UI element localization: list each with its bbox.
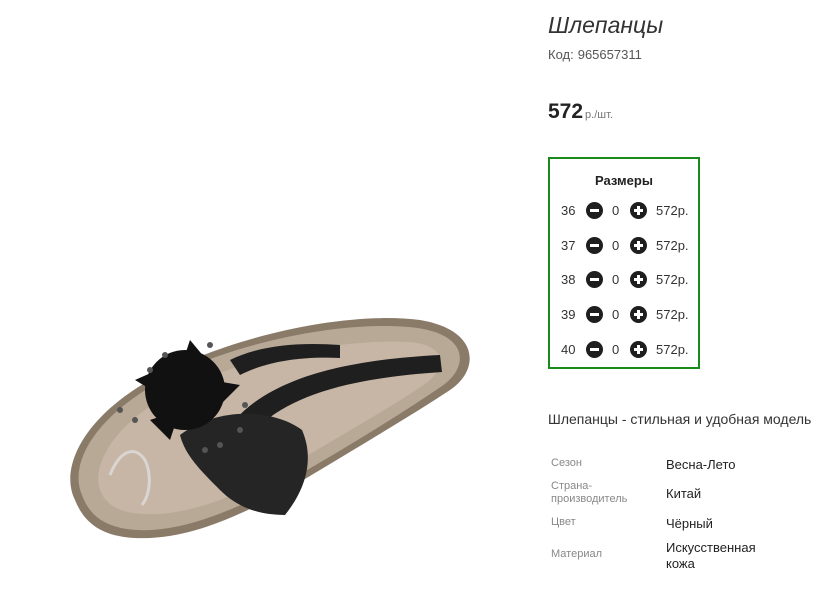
minus-circle-icon[interactable]: [586, 271, 603, 288]
size-value: 39: [561, 307, 576, 322]
product-title: Шлепанцы: [548, 12, 664, 38]
size-value: 38: [561, 272, 576, 287]
size-quantity: 0: [612, 342, 620, 357]
size-value: 40: [561, 342, 576, 357]
product-description: Шлепанцы - стильная и удобная модель: [548, 411, 812, 427]
attribute-value: Чёрный: [666, 516, 713, 531]
plus-circle-icon[interactable]: [630, 237, 647, 254]
product-image: [70, 318, 470, 539]
size-quantity: 0: [612, 238, 620, 253]
size-price: 572р.: [656, 342, 689, 357]
size-row: 37 0 572р.: [550, 236, 698, 256]
attribute-value: Искусственная кожа: [666, 540, 756, 571]
sizes-title: Размеры: [595, 173, 653, 188]
size-row: 36 0 572р.: [550, 201, 698, 221]
size-row: 39 0 572р.: [550, 305, 698, 325]
size-value: 37: [561, 238, 576, 253]
size-quantity: 0: [612, 203, 620, 218]
size-row: 38 0 572р.: [550, 270, 698, 290]
sizes-panel: Размеры 36 0 572р. 37 0 572р. 38 0 572р.…: [548, 157, 700, 369]
size-price: 572р.: [656, 272, 689, 287]
minus-circle-icon[interactable]: [586, 202, 603, 219]
minus-circle-icon[interactable]: [586, 306, 603, 323]
plus-circle-icon[interactable]: [630, 341, 647, 358]
product-code: Код: 965657311: [548, 47, 642, 62]
plus-circle-icon[interactable]: [630, 306, 647, 323]
product-code-label: Код:: [548, 47, 574, 62]
minus-circle-icon[interactable]: [586, 341, 603, 358]
attribute-name: Материал: [551, 548, 602, 560]
product-code-value: 965657311: [577, 47, 642, 62]
attribute-name: Страна-производитель: [551, 480, 628, 505]
attribute-value: Китай: [666, 486, 702, 501]
size-row: 40 0 572р.: [550, 340, 698, 360]
minus-circle-icon[interactable]: [586, 237, 603, 254]
product-price: 572 р./шт.: [548, 100, 613, 124]
price-amount: 572: [548, 100, 584, 123]
attribute-value: Весна-Лето: [666, 457, 736, 472]
plus-circle-icon[interactable]: [630, 271, 647, 288]
attribute-name: Сезон: [551, 457, 582, 469]
price-unit: р./шт.: [585, 109, 613, 121]
size-price: 572р.: [656, 307, 689, 322]
plus-circle-icon[interactable]: [630, 202, 647, 219]
size-price: 572р.: [656, 203, 689, 218]
attribute-name: Цвет: [551, 516, 576, 528]
size-value: 36: [561, 203, 576, 218]
size-quantity: 0: [612, 272, 620, 287]
size-quantity: 0: [612, 307, 620, 322]
size-price: 572р.: [656, 238, 689, 253]
